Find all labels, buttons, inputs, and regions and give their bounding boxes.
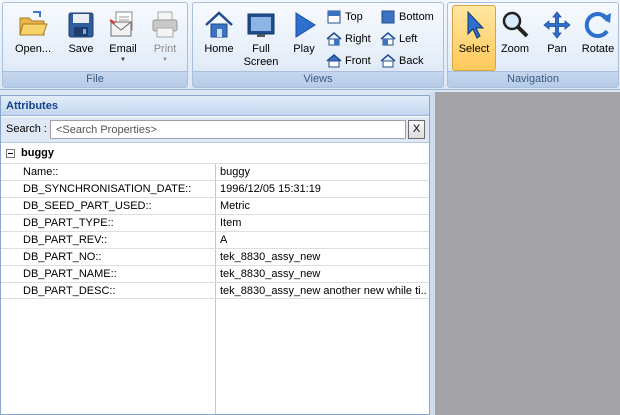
3d-viewport[interactable] [435, 92, 620, 415]
search-bar: Search : X [1, 117, 429, 143]
pan-tool-button[interactable]: Pan [535, 5, 579, 71]
pan-arrows-icon [543, 11, 571, 39]
print-dropdown-icon[interactable]: ▼ [144, 56, 186, 64]
table-row[interactable]: DB_PART_REV:: A [1, 231, 429, 248]
collapse-toggle-icon[interactable] [6, 149, 15, 158]
full-screen-label-2: Screen [243, 56, 279, 68]
printer-icon [152, 11, 178, 38]
table-row[interactable]: DB_SYNCHRONISATION_DATE:: 1996/12/05 15:… [1, 180, 429, 197]
file-group: Open... Save Email ▼ Print ▼ File [2, 2, 188, 88]
email-label: Email [109, 43, 137, 55]
home-label: Home [204, 43, 234, 55]
property-group-row[interactable]: buggy [1, 145, 429, 163]
navigation-group-label: Navigation [448, 71, 618, 87]
zoom-tool-button[interactable]: Zoom [493, 5, 537, 71]
email-dropdown-icon[interactable]: ▼ [102, 56, 144, 64]
property-key: DB_SEED_PART_USED:: [23, 200, 152, 212]
select-tool-label: Select [458, 43, 490, 55]
house-back-icon [380, 54, 396, 68]
open-folder-icon [19, 11, 48, 36]
views-group-label: Views [193, 71, 443, 87]
play-button[interactable]: Play [282, 5, 326, 71]
view-front-label: Front [345, 55, 371, 68]
table-row[interactable]: Name:: buggy [1, 163, 429, 180]
file-group-label: File [3, 71, 187, 87]
property-key: DB_PART_REV:: [23, 234, 108, 246]
print-button[interactable]: Print ▼ [143, 5, 187, 71]
property-grid: buggy Name:: buggy DB_SYNCHRONISATION_DA… [1, 145, 429, 414]
save-label: Save [68, 43, 94, 55]
attributes-panel: Attributes Search : X buggy Name:: buggy… [0, 95, 430, 415]
view-top-label: Top [345, 11, 363, 24]
table-row[interactable]: DB_SEED_PART_USED:: Metric [1, 197, 429, 214]
property-value[interactable]: A [220, 232, 426, 248]
rotate-tool-button[interactable]: Rotate [576, 5, 620, 71]
ribbon: Open... Save Email ▼ Print ▼ File Home F… [0, 0, 620, 90]
view-left-label: Left [399, 33, 418, 46]
table-row[interactable]: DB_PART_DESC:: tek_8830_assy_new another… [1, 282, 429, 299]
property-value[interactable]: tek_8830_assy_new another new while ti..… [220, 283, 426, 299]
property-value[interactable]: tek_8830_assy_new [220, 249, 426, 265]
play-icon [295, 12, 316, 38]
table-row[interactable]: DB_PART_TYPE:: Item [1, 214, 429, 231]
house-right-icon [326, 32, 342, 46]
select-tool-button[interactable]: Select [452, 5, 496, 71]
property-value[interactable]: Metric [220, 198, 426, 214]
property-value[interactable]: buggy [220, 164, 426, 180]
navigation-group: Select Zoom Pan Rotate Navigation [447, 2, 619, 88]
property-value[interactable]: 1996/12/05 15:31:19 [220, 181, 426, 197]
property-key: Name:: [23, 166, 59, 178]
rotate-tool-label: Rotate [581, 43, 615, 55]
property-key: DB_PART_TYPE:: [23, 217, 114, 229]
rotate-icon [584, 12, 611, 39]
view-left-button[interactable]: Left [380, 29, 444, 49]
full-screen-button[interactable]: Full Screen [239, 5, 283, 71]
table-row[interactable]: DB_PART_NAME:: tek_8830_assy_new [1, 265, 429, 282]
pan-tool-label: Pan [547, 43, 567, 55]
cube-bottom-icon [381, 10, 395, 24]
attributes-panel-title: Attributes [1, 96, 429, 116]
house-left-icon [380, 32, 396, 46]
view-right-label: Right [345, 33, 371, 46]
table-row[interactable]: DB_PART_NO:: tek_8830_assy_new [1, 248, 429, 265]
search-label: Search : [6, 123, 47, 135]
view-back-button[interactable]: Back [380, 51, 444, 71]
search-properties-input[interactable] [50, 120, 406, 139]
property-value[interactable]: Item [220, 215, 426, 231]
email-button[interactable]: Email ▼ [101, 5, 145, 71]
open-label: Open... [14, 43, 52, 55]
email-envelope-icon [109, 11, 133, 37]
cursor-arrow-icon [467, 10, 485, 39]
view-bottom-button[interactable]: Bottom [380, 7, 444, 27]
property-key: DB_PART_NAME:: [23, 268, 117, 280]
home-icon [205, 11, 233, 38]
house-front-icon [326, 54, 342, 68]
view-back-label: Back [399, 55, 424, 68]
full-screen-icon [247, 13, 275, 37]
zoom-tool-label: Zoom [500, 43, 530, 55]
property-key: DB_PART_DESC:: [23, 285, 116, 297]
view-bottom-label: Bottom [399, 11, 434, 24]
cube-top-icon [327, 10, 341, 24]
property-group-name: buggy [21, 147, 54, 159]
property-value[interactable]: tek_8830_assy_new [220, 266, 426, 282]
property-key: DB_SYNCHRONISATION_DATE:: [23, 183, 192, 195]
clear-search-button[interactable]: X [408, 120, 425, 139]
property-key: DB_PART_NO:: [23, 251, 102, 263]
open-button[interactable]: Open... [11, 5, 55, 71]
play-label: Play [293, 43, 315, 55]
full-screen-label-1: Full [252, 43, 270, 55]
save-disk-icon [68, 12, 94, 38]
views-group: Home Full Screen Play Top Bottom Right L… [192, 2, 444, 88]
magnifier-icon [502, 11, 529, 38]
print-label: Print [153, 43, 177, 55]
home-button[interactable]: Home [197, 5, 241, 71]
save-button[interactable]: Save [59, 5, 103, 71]
